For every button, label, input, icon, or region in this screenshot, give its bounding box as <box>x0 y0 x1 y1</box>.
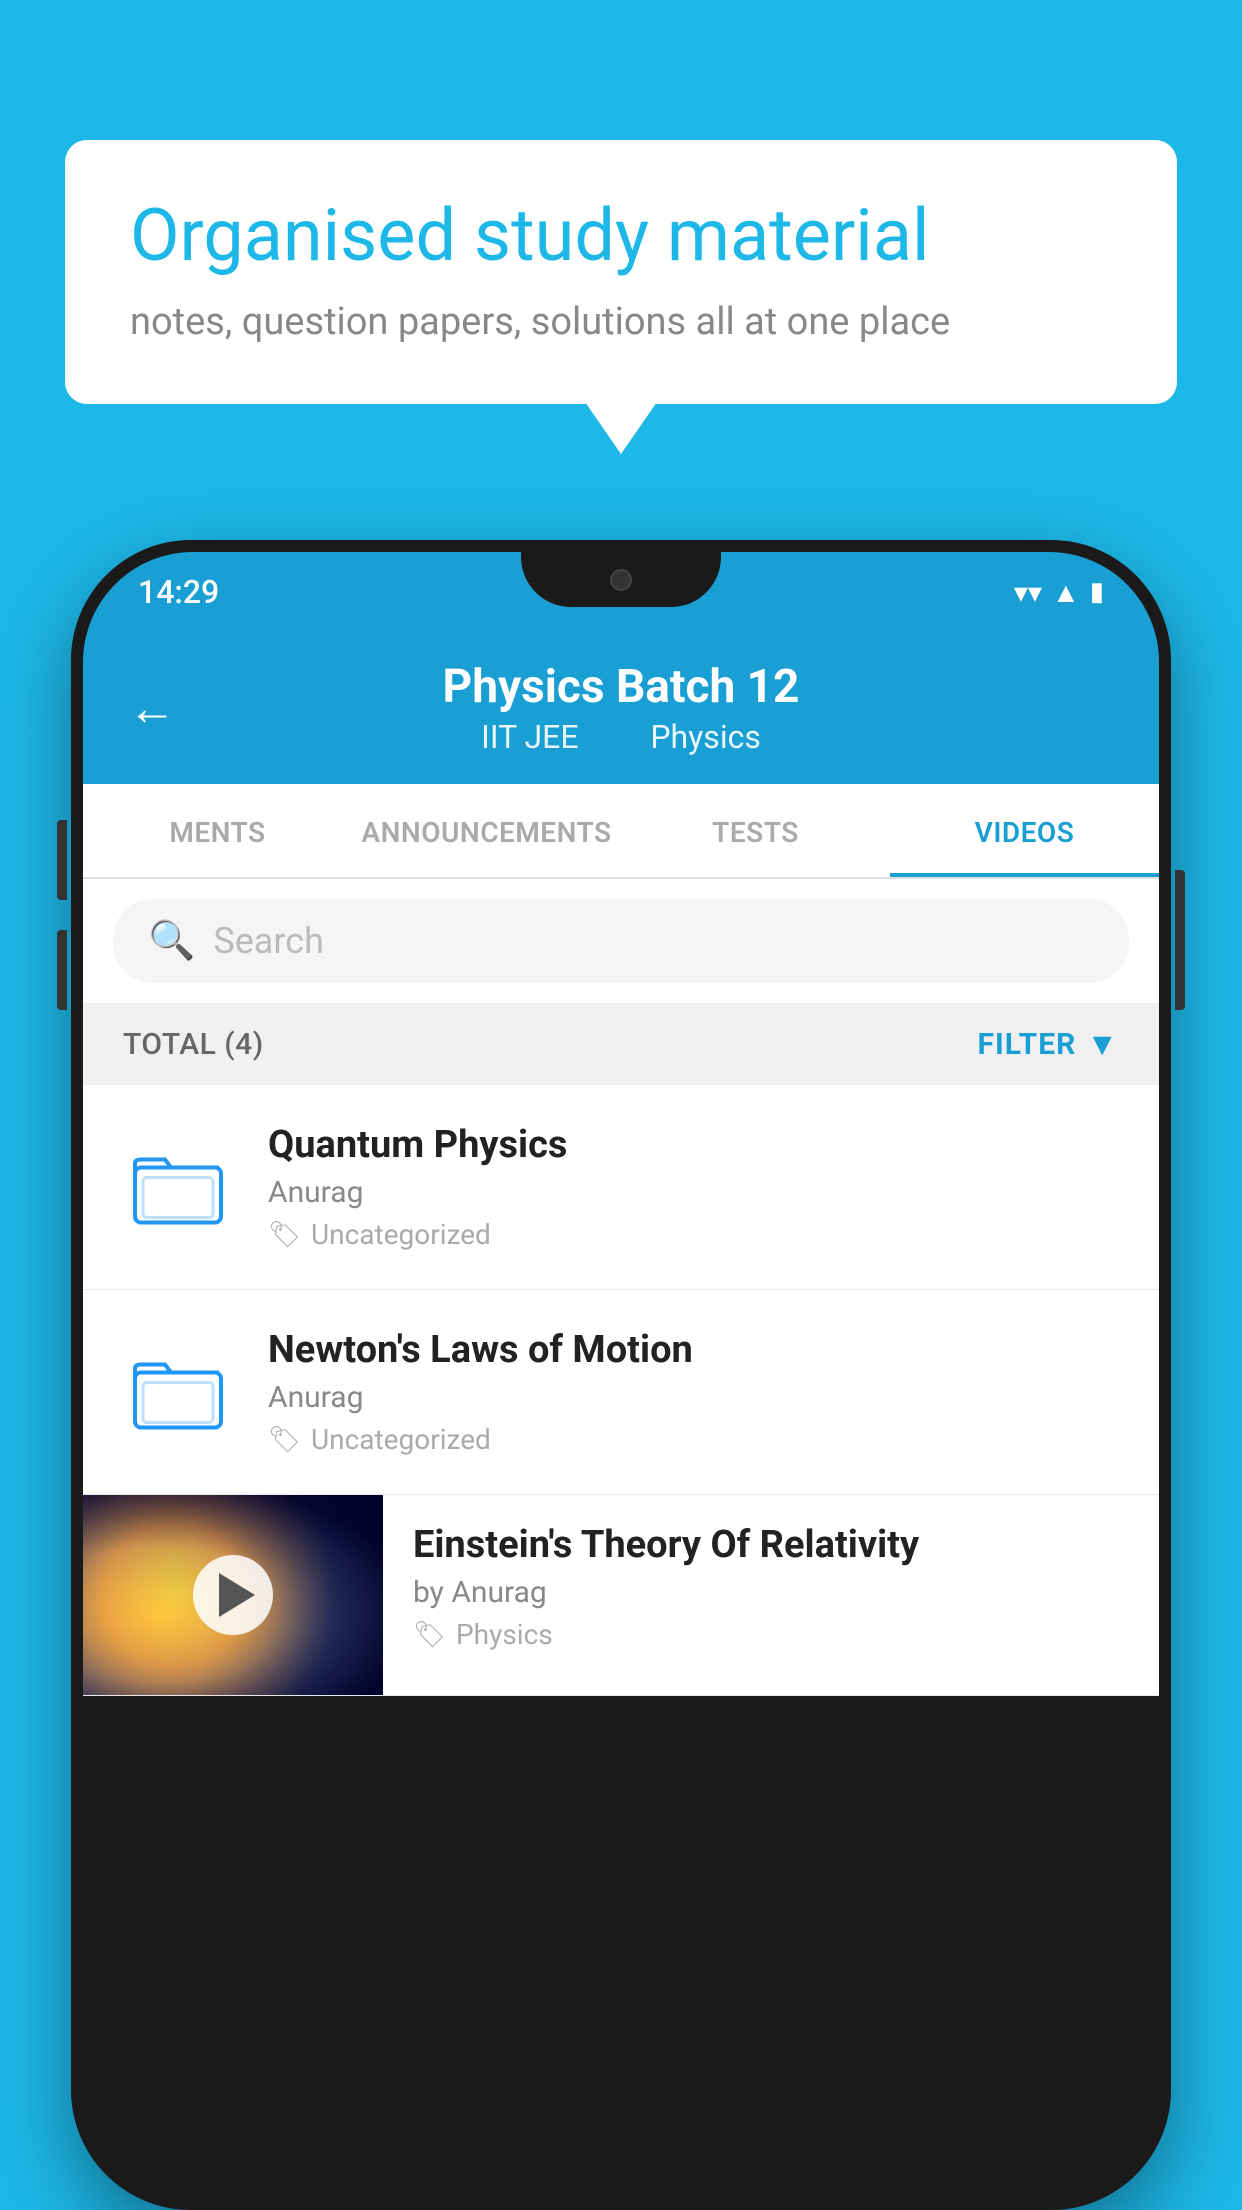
signal-icon: ▲ <box>1052 576 1080 609</box>
back-button[interactable]: ← <box>128 680 176 737</box>
phone-frame: 14:29 ▾▾ ▲ ▮ ← Physics Batch 12 IIT JEE … <box>71 540 1171 2210</box>
list-item[interactable]: Quantum Physics Anurag 🏷 Uncategorized <box>83 1085 1159 1290</box>
item-tag: 🏷 Uncategorized <box>268 1218 1119 1251</box>
filter-label: FILTER <box>978 1027 1077 1062</box>
video-tag: 🏷 Physics <box>413 1618 1129 1651</box>
list-item-video[interactable]: Einstein's Theory Of Relativity by Anura… <box>83 1495 1159 1696</box>
app-header: ← Physics Batch 12 IIT JEE Physics <box>83 632 1159 784</box>
total-count: TOTAL (4) <box>123 1027 264 1062</box>
phone-screen: 14:29 ▾▾ ▲ ▮ ← Physics Batch 12 IIT JEE … <box>83 552 1159 2198</box>
item-title: Quantum Physics <box>268 1123 1119 1167</box>
speech-bubble: Organised study material notes, question… <box>65 140 1177 404</box>
folder-icon-container <box>123 1132 233 1242</box>
item-info: Quantum Physics Anurag 🏷 Uncategorized <box>268 1123 1119 1251</box>
status-time: 14:29 <box>138 573 219 611</box>
folder-icon <box>133 1350 223 1435</box>
folder-icon-container <box>123 1337 233 1447</box>
speech-bubble-container: Organised study material notes, question… <box>65 140 1177 404</box>
tabs-bar: MENTS ANNOUNCEMENTS TESTS VIDEOS <box>83 784 1159 879</box>
power-button <box>1175 870 1185 1010</box>
item-author: Anurag <box>268 1380 1119 1415</box>
search-placeholder: Search <box>213 920 324 962</box>
app-subtitle: IIT JEE Physics <box>469 718 773 756</box>
bubble-title: Organised study material <box>130 195 1112 278</box>
tab-videos[interactable]: VIDEOS <box>890 784 1159 877</box>
bubble-subtitle: notes, question papers, solutions all at… <box>130 300 1112 344</box>
tag-icon: 🏷 <box>268 1425 301 1455</box>
subtitle-physics: Physics <box>650 718 761 756</box>
tag-label: Physics <box>456 1618 553 1651</box>
item-author: Anurag <box>268 1175 1119 1210</box>
volume-down-button <box>57 930 67 1010</box>
battery-icon: ▮ <box>1090 577 1104 607</box>
wifi-icon: ▾▾ <box>1014 576 1042 609</box>
item-info: Newton's Laws of Motion Anurag 🏷 Uncateg… <box>268 1328 1119 1456</box>
tag-label: Uncategorized <box>311 1423 491 1456</box>
subtitle-iit-jee: IIT JEE <box>481 718 578 756</box>
filter-bar: TOTAL (4) FILTER ▼ <box>83 1003 1159 1085</box>
tag-label: Uncategorized <box>311 1218 491 1251</box>
tag-icon: 🏷 <box>268 1220 301 1250</box>
video-title: Einstein's Theory Of Relativity <box>413 1523 1129 1567</box>
notch <box>521 552 721 607</box>
status-bar: 14:29 ▾▾ ▲ ▮ <box>83 552 1159 632</box>
search-bar[interactable]: 🔍 Search <box>113 899 1129 983</box>
tag-icon: 🏷 <box>413 1620 446 1650</box>
content-area: Quantum Physics Anurag 🏷 Uncategorized <box>83 1085 1159 1696</box>
play-triangle-icon <box>219 1573 255 1617</box>
status-icons: ▾▾ ▲ ▮ <box>1014 576 1104 609</box>
filter-button[interactable]: FILTER ▼ <box>978 1025 1120 1063</box>
tab-ments[interactable]: MENTS <box>83 784 352 877</box>
search-container: 🔍 Search <box>83 879 1159 1003</box>
tab-announcements[interactable]: ANNOUNCEMENTS <box>352 784 621 877</box>
filter-icon: ▼ <box>1086 1025 1119 1063</box>
item-title: Newton's Laws of Motion <box>268 1328 1119 1372</box>
subtitle-separator <box>610 718 626 756</box>
video-thumbnail <box>83 1495 383 1695</box>
search-icon: 🔍 <box>148 919 195 963</box>
video-author: by Anurag <box>413 1575 1129 1610</box>
folder-icon <box>133 1145 223 1230</box>
app-title: Physics Batch 12 <box>443 660 800 714</box>
item-tag: 🏷 Uncategorized <box>268 1423 1119 1456</box>
video-info: Einstein's Theory Of Relativity by Anura… <box>383 1495 1159 1679</box>
list-item[interactable]: Newton's Laws of Motion Anurag 🏷 Uncateg… <box>83 1290 1159 1495</box>
tab-tests[interactable]: TESTS <box>621 784 890 877</box>
play-button[interactable] <box>193 1555 273 1635</box>
front-camera <box>610 569 632 591</box>
volume-up-button <box>57 820 67 900</box>
